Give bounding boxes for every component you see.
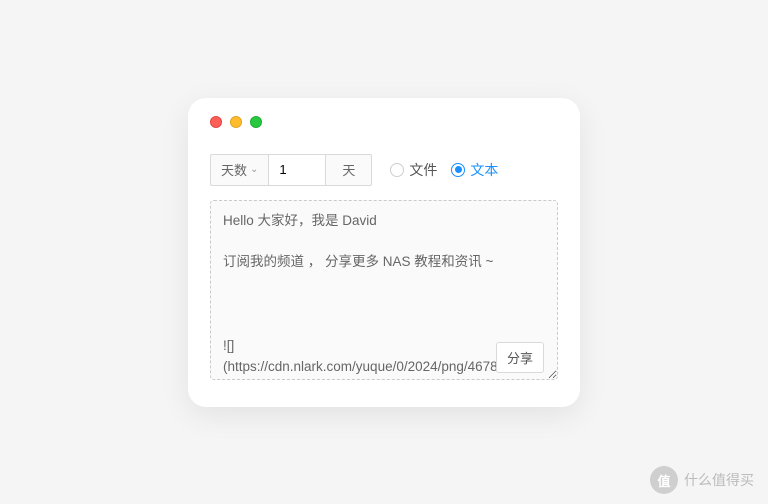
radio-text[interactable]: 文本 — [451, 160, 498, 180]
chevron-down-icon: ⌄ — [250, 164, 258, 175]
traffic-lights — [210, 116, 558, 128]
radio-circle-icon — [390, 163, 404, 177]
mode-radio-group: 文件 文本 — [390, 160, 498, 180]
expiry-value-input[interactable] — [269, 154, 325, 186]
radio-file[interactable]: 文件 — [390, 160, 437, 180]
watermark: 值 什么值得买 — [650, 466, 754, 494]
radio-text-label: 文本 — [470, 160, 498, 180]
expiry-unit-label: 天 — [325, 154, 372, 186]
expiry-input-group: 天数 ⌄ 天 — [210, 154, 372, 186]
expiry-dropdown[interactable]: 天数 ⌄ — [210, 154, 269, 186]
minimize-icon[interactable] — [230, 116, 242, 128]
maximize-icon[interactable] — [250, 116, 262, 128]
expiry-dropdown-label: 天数 — [221, 160, 247, 179]
options-row: 天数 ⌄ 天 文件 文本 — [210, 154, 558, 186]
radio-circle-icon — [451, 163, 465, 177]
app-window: 天数 ⌄ 天 文件 文本 分享 — [188, 98, 580, 407]
watermark-text: 什么值得买 — [684, 470, 754, 490]
watermark-badge-icon: 值 — [650, 466, 678, 494]
radio-file-label: 文件 — [409, 160, 437, 180]
close-icon[interactable] — [210, 116, 222, 128]
share-button[interactable]: 分享 — [496, 342, 544, 373]
content-area: 分享 — [210, 200, 558, 385]
